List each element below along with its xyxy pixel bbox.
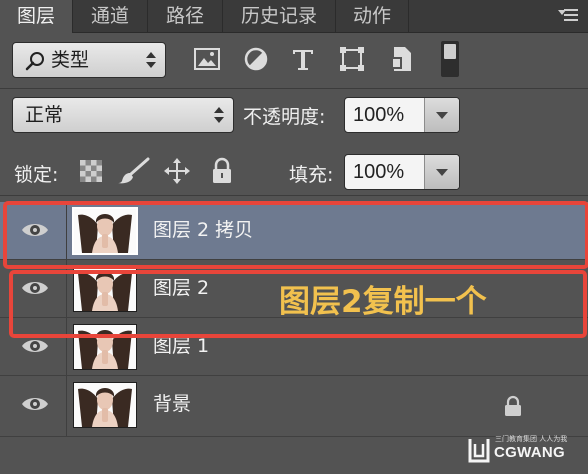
- smart-object-filter-icon[interactable]: [388, 45, 416, 73]
- layer-thumbnail: [73, 382, 137, 428]
- adjustment-filter-icon[interactable]: [242, 45, 270, 73]
- fill-value: 100%: [353, 161, 405, 183]
- fill-dropdown-icon[interactable]: [424, 155, 459, 189]
- tab-paths[interactable]: 路径: [148, 0, 223, 32]
- visibility-eye-icon[interactable]: [21, 336, 49, 356]
- panel-menu-icon[interactable]: [558, 6, 580, 22]
- lock-transparent-pixels-icon[interactable]: [80, 160, 102, 182]
- background-lock-icon: [505, 395, 521, 416]
- shape-filter-icon[interactable]: [338, 45, 366, 73]
- watermark-text: CGWANG: [494, 444, 565, 461]
- search-icon: [25, 52, 44, 71]
- opacity-dropdown-icon[interactable]: [424, 98, 459, 132]
- opacity-field[interactable]: 100%: [344, 97, 460, 133]
- select-arrows-icon: [214, 107, 224, 123]
- type-filter-icon[interactable]: [289, 45, 317, 73]
- tab-actions[interactable]: 动作: [336, 0, 409, 32]
- filter-toggle-icon[interactable]: [441, 41, 459, 77]
- panel-tab-bar: 图层 通道 路径 历史记录 动作: [0, 0, 588, 33]
- lock-all-icon[interactable]: [210, 157, 234, 185]
- tab-layers[interactable]: 图层: [0, 0, 73, 33]
- watermark: 三门教育集团 人人为我 CGWANG: [468, 433, 580, 463]
- layer-name[interactable]: 背景: [153, 376, 191, 433]
- blend-mode-select[interactable]: 正常: [12, 97, 234, 133]
- highlight-box-copy-layer: [3, 201, 588, 269]
- opacity-value: 100%: [353, 104, 405, 126]
- fill-label: 填充:: [289, 164, 334, 186]
- annotation-text: 图层2复制一个: [279, 284, 487, 320]
- layer-row-background[interactable]: 背景: [0, 376, 588, 437]
- lock-position-icon[interactable]: [163, 157, 191, 185]
- watermark-subtext: 三门教育集团 人人为我: [495, 435, 568, 443]
- filter-kind-label: 类型: [51, 49, 90, 71]
- visibility-eye-icon[interactable]: [21, 394, 49, 414]
- layer-filter-select[interactable]: 类型: [12, 42, 166, 78]
- opacity-label: 不透明度:: [243, 106, 326, 128]
- fill-field[interactable]: 100%: [344, 154, 460, 190]
- blend-mode-value: 正常: [25, 104, 64, 126]
- tab-channels[interactable]: 通道: [73, 0, 148, 32]
- select-arrows-icon: [146, 52, 156, 68]
- lock-label: 锁定:: [14, 164, 59, 186]
- lock-image-pixels-icon[interactable]: [117, 157, 151, 185]
- image-filter-icon[interactable]: [193, 45, 221, 73]
- tab-history[interactable]: 历史记录: [223, 0, 336, 32]
- cgwang-logo-icon: [468, 439, 490, 463]
